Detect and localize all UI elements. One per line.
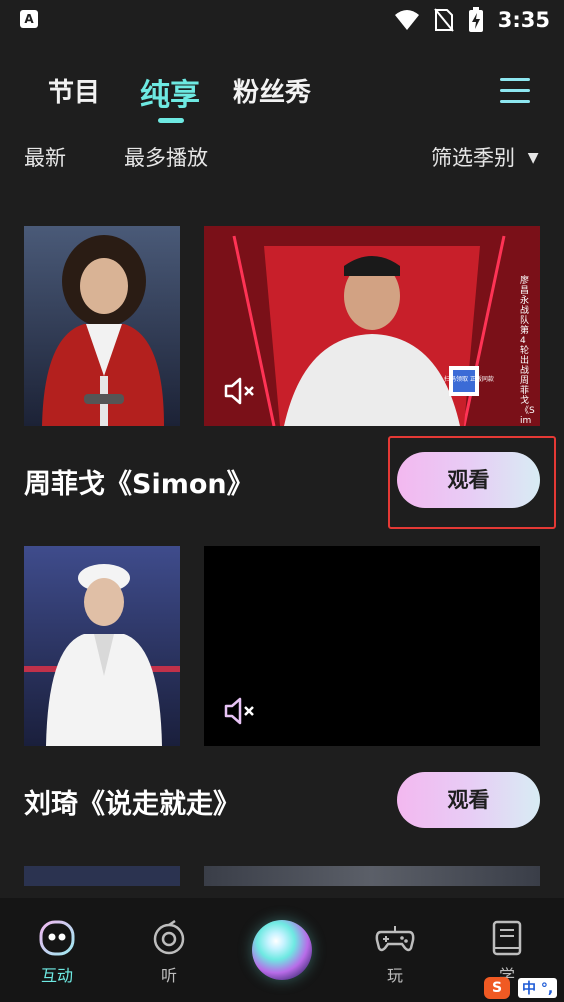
chevron-down-icon: ▼ [527, 150, 539, 166]
singer-photo[interactable] [24, 866, 180, 886]
singer-photo-image [24, 226, 180, 426]
card-title: 周菲戈《Simon》 [24, 469, 254, 500]
active-tab-indicator [158, 118, 184, 123]
mute-icon[interactable] [222, 376, 256, 406]
video-card: 刘琦《说走就走》 观看 [24, 546, 540, 846]
menu-icon[interactable] [500, 78, 530, 104]
qr-caption: 扫码领取 正版同款 [444, 376, 494, 383]
battery-charging-icon [468, 7, 483, 32]
nav-label: 听 [160, 966, 177, 985]
mute-icon[interactable] [222, 696, 256, 726]
book-icon [492, 920, 522, 956]
wifi-icon [394, 10, 419, 30]
card-title: 刘琦《说走就走》 [24, 789, 240, 820]
singer-photo[interactable] [24, 546, 180, 746]
singer-photo-image [24, 546, 180, 746]
video-preview[interactable] [204, 866, 540, 886]
watch-button[interactable]: 观看 [397, 772, 540, 828]
bottom-nav: 互动 听 玩 学 [0, 898, 564, 1002]
tab-pure-enjoy[interactable]: 纯享 [140, 70, 200, 114]
video-preview[interactable]: 廖昌永战队第4轮出战 周菲戈《Simon》 扫码领取 正版同款 [204, 226, 540, 426]
orb-icon[interactable] [252, 920, 312, 980]
face-icon [39, 920, 75, 956]
video-preview[interactable] [204, 546, 540, 746]
listen-icon [153, 920, 185, 955]
nav-label: 玩 [386, 966, 403, 985]
top-tab-bar: 节目 纯享 粉丝秀 [0, 70, 564, 126]
status-bar: A 3:35 [0, 0, 564, 40]
singer-photo[interactable] [24, 226, 180, 426]
video-card-partial [24, 866, 540, 886]
status-icons: 3:35 [394, 6, 550, 34]
tab-programs[interactable]: 节目 [48, 72, 100, 109]
ime-mode-text: 中 °, [518, 978, 558, 998]
overlay-caption: 廖昌永战队第4轮出战 周菲戈《Simon》 [520, 276, 535, 426]
gamepad-icon [375, 926, 415, 952]
nav-label: 互动 [40, 966, 73, 985]
no-sim-icon [433, 8, 454, 32]
highlight-box [388, 436, 556, 529]
ime-indicator[interactable]: S 中 °, [484, 976, 558, 1000]
filter-most-played[interactable]: 最多播放 [124, 142, 208, 172]
filter-row: 最新 最多播放 筛选季别 ▼ [0, 140, 564, 174]
app-notification-icon: A [20, 10, 38, 28]
season-filter-label: 筛选季别 [431, 146, 515, 170]
clock: 3:35 [497, 8, 550, 32]
filter-latest[interactable]: 最新 [24, 142, 66, 172]
season-filter-dropdown[interactable]: 筛选季别 ▼ [431, 142, 538, 172]
tab-fan-show[interactable]: 粉丝秀 [233, 72, 311, 109]
ime-logo-icon: S [484, 977, 510, 999]
